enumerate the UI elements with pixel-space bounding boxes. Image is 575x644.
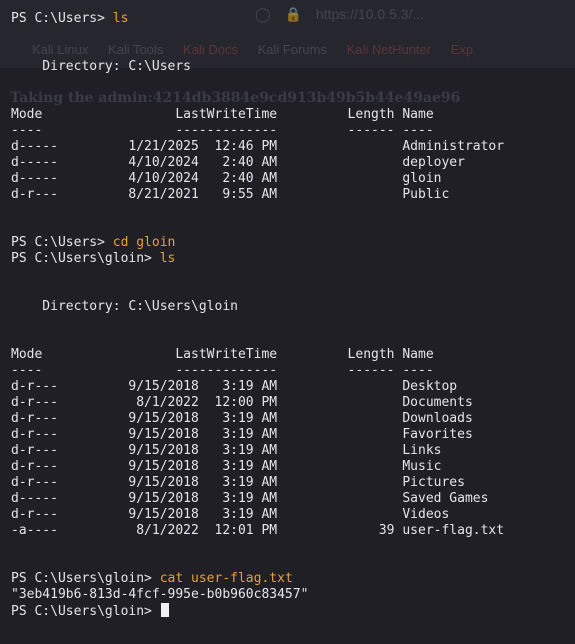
output-line: ---- ------------- ------ ----: [11, 363, 575, 379]
output-line: d----- 9/15/2018 3:19 AM Saved Games: [11, 491, 575, 507]
output-line: ---- ------------- ------ ----: [11, 123, 575, 139]
output-text: -a---- 8/1/2022 12:01 PM 39 user-flag.tx…: [11, 523, 505, 538]
output-text: d----- 4/10/2024 2:40 AM deployer: [11, 155, 465, 170]
output-line: d-r--- 8/21/2021 9:55 AM Public: [11, 187, 575, 203]
prompt-line: PS C:\Users\gloin> cat user-flag.txt: [11, 571, 575, 587]
output-line: Mode LastWriteTime Length Name: [11, 107, 575, 123]
output-text: d----- 1/21/2025 12:46 PM Administrator: [11, 139, 505, 154]
terminal-output[interactable]: PS C:\Users> ls Directory: C:\Users Mode …: [11, 11, 575, 619]
output-line: Mode LastWriteTime Length Name: [11, 347, 575, 363]
output-line: d-r--- 9/15/2018 3:19 AM Videos: [11, 507, 575, 523]
output-line: Directory: C:\Users\gloin: [11, 299, 575, 315]
output-line: d-r--- 9/15/2018 3:19 AM Links: [11, 443, 575, 459]
prompt-text: PS C:\Users\gloin>: [11, 604, 160, 619]
output-text: Mode LastWriteTime Length Name: [11, 347, 434, 362]
prompt-text: PS C:\Users>: [11, 11, 113, 26]
output-line: d-r--- 9/15/2018 3:19 AM Desktop: [11, 379, 575, 395]
output-text: d-r--- 9/15/2018 3:19 AM Pictures: [11, 475, 465, 490]
prompt-line: PS C:\Users> cd gloin: [11, 235, 575, 251]
output-text: d----- 9/15/2018 3:19 AM Saved Games: [11, 491, 489, 506]
output-text: Directory: C:\Users\gloin: [11, 299, 238, 314]
output-text: d-r--- 8/1/2022 12:00 PM Documents: [11, 395, 473, 410]
output-line: d-r--- 9/15/2018 3:19 AM Music: [11, 459, 575, 475]
output-line: -a---- 8/1/2022 12:01 PM 39 user-flag.tx…: [11, 523, 575, 539]
output-line: d-r--- 8/1/2022 12:00 PM Documents: [11, 395, 575, 411]
output-text: Directory: C:\Users: [11, 59, 192, 74]
output-text: Mode LastWriteTime Length Name: [11, 107, 434, 122]
output-text: d-r--- 9/15/2018 3:19 AM Downloads: [11, 411, 473, 426]
output-line: d-r--- 9/15/2018 3:19 AM Favorites: [11, 427, 575, 443]
output-text: "3eb419b6-813d-4fcf-995e-b0b960c83457": [11, 587, 309, 602]
prompt-text: PS C:\Users\gloin>: [11, 251, 160, 266]
text-cursor[interactable]: [160, 603, 169, 617]
prompt-text: PS C:\Users>: [11, 235, 113, 250]
prompt-line: PS C:\Users\gloin>: [11, 603, 575, 619]
output-line: d----- 1/21/2025 12:46 PM Administrator: [11, 139, 575, 155]
output-text: d-r--- 9/15/2018 3:19 AM Favorites: [11, 427, 473, 442]
prompt-line: PS C:\Users\gloin> ls: [11, 251, 575, 267]
output-line: d-r--- 9/15/2018 3:19 AM Downloads: [11, 411, 575, 427]
output-text: ---- ------------- ------ ----: [11, 363, 434, 378]
output-text: d-r--- 9/15/2018 3:19 AM Links: [11, 443, 442, 458]
output-line: "3eb419b6-813d-4fcf-995e-b0b960c83457": [11, 587, 575, 603]
prompt-line: PS C:\Users> ls: [11, 11, 575, 27]
output-text: d----- 4/10/2024 2:40 AM gloin: [11, 171, 442, 186]
prompt-text: PS C:\Users\gloin>: [11, 571, 160, 586]
output-text: d-r--- 9/15/2018 3:19 AM Videos: [11, 507, 450, 522]
output-line: d----- 4/10/2024 2:40 AM gloin: [11, 171, 575, 187]
command-text: ls: [159, 251, 176, 266]
command-text: cat user-flag.txt: [159, 571, 293, 586]
output-line: Directory: C:\Users: [11, 59, 575, 75]
command-text: cd gloin: [112, 235, 176, 250]
output-text: d-r--- 8/21/2021 9:55 AM Public: [11, 187, 450, 202]
output-text: ---- ------------- ------ ----: [11, 123, 434, 138]
output-text: d-r--- 9/15/2018 3:19 AM Music: [11, 459, 442, 474]
output-line: d----- 4/10/2024 2:40 AM deployer: [11, 155, 575, 171]
output-text: d-r--- 9/15/2018 3:19 AM Desktop: [11, 379, 458, 394]
command-text: ls: [112, 11, 129, 26]
output-line: d-r--- 9/15/2018 3:19 AM Pictures: [11, 475, 575, 491]
